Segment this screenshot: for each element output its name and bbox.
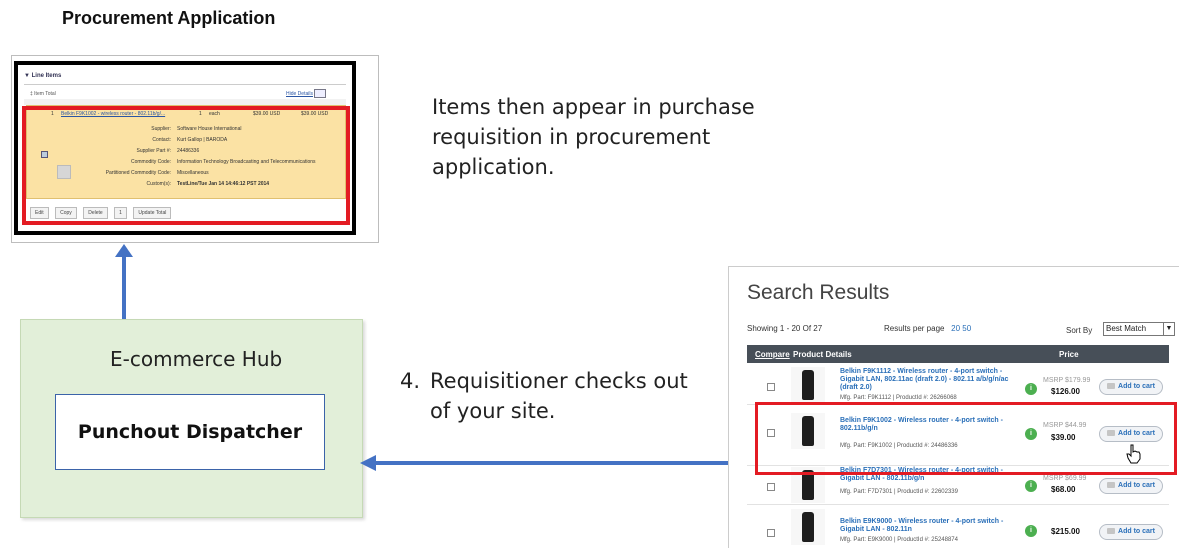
items-appear-caption: Items then appear in purchase requisitio… — [432, 95, 755, 179]
compare-checkbox[interactable] — [767, 383, 775, 391]
result-row: Belkin F9K1112 - Wireless router - 4-por… — [747, 364, 1169, 405]
cart-icon — [1107, 383, 1116, 390]
router-image[interactable] — [791, 509, 825, 545]
item-total-label: ‡ Item Total — [30, 91, 56, 97]
add-to-cart-button[interactable]: Add to cart — [1099, 379, 1163, 395]
checkout-caption: 4. Requisitioner checks out of your site. — [400, 366, 730, 426]
results-per-page: Results per page 20 50 — [884, 324, 971, 333]
divider — [24, 84, 346, 85]
punchout-dispatcher-label: Punchout Dispatcher — [77, 421, 303, 443]
add-to-cart-label: Add to cart — [1118, 383, 1155, 390]
cart-icon — [1107, 528, 1116, 535]
product-price: $126.00 — [1051, 387, 1080, 396]
line-item-highlight — [22, 106, 350, 225]
info-icon[interactable]: i — [1025, 525, 1037, 537]
product-part-info: Mfg. Part: E9K9000 | ProductId #: 252488… — [840, 537, 958, 543]
checkout-caption-line1: Requisitioner checks out — [430, 369, 688, 393]
hand-cursor-icon — [1126, 444, 1141, 464]
add-to-cart-button[interactable]: Add to cart — [1099, 478, 1163, 494]
sort-by-label: Sort By — [1066, 326, 1093, 335]
product-part-info: Mfg. Part: F7D7301 | ProductId #: 226023… — [840, 489, 958, 495]
arrow-up-head — [115, 244, 133, 257]
add-to-cart-label: Add to cart — [1118, 528, 1155, 535]
compare-checkbox[interactable] — [767, 483, 775, 491]
cart-icon — [1107, 482, 1116, 489]
hide-details-link[interactable]: Hide Details — [286, 91, 313, 97]
router-image[interactable] — [791, 367, 825, 403]
product-name-link[interactable]: Belkin F9K1112 - Wireless router - 4-por… — [840, 368, 1020, 392]
arrow-left-icon — [360, 455, 732, 471]
results-per-page-label: Results per page — [884, 324, 945, 333]
compare-column-link[interactable]: Compare — [755, 350, 790, 359]
sort-select-value: Best Match — [1106, 324, 1147, 333]
hand-cursor-shape — [1126, 444, 1141, 464]
line-items-header[interactable]: ▼ Line Items — [24, 73, 61, 79]
product-part-info: Mfg. Part: F9K1112 | ProductId #: 262660… — [840, 395, 957, 401]
results-table-header: Compare Product Details Price — [747, 345, 1169, 363]
arrow-left-head — [360, 455, 376, 471]
msrp-price: MSRP $179.99 — [1043, 377, 1091, 384]
add-to-cart-button[interactable]: Add to cart — [1099, 524, 1163, 540]
compare-checkbox[interactable] — [767, 529, 775, 537]
punchout-dispatcher-box: Punchout Dispatcher — [55, 394, 325, 470]
per-page-options[interactable]: 20 50 — [951, 324, 971, 333]
product-price: $215.00 — [1051, 527, 1080, 536]
msrp-price: MSRP $69.99 — [1043, 475, 1087, 482]
ecommerce-hub-title: E-commerce Hub — [110, 347, 283, 371]
search-results-title: Search Results — [747, 281, 890, 304]
results-count: Showing 1 - 20 Of 27 — [747, 324, 823, 333]
sort-select[interactable]: Best Match ▼ — [1103, 322, 1175, 336]
arrow-left-shaft — [375, 461, 732, 465]
arrow-up-shaft — [122, 256, 126, 320]
search-results-screenshot: Search Results Showing 1 - 20 Of 27 Resu… — [728, 266, 1179, 548]
info-icon[interactable]: i — [1025, 383, 1037, 395]
product-price: $68.00 — [1051, 485, 1076, 494]
arrow-up-icon — [115, 244, 133, 320]
selected-product-highlight — [755, 402, 1177, 475]
checkout-caption-line2: of your site. — [430, 399, 556, 423]
step-number: 4. — [400, 369, 421, 393]
chevron-down-icon[interactable]: ▼ — [1163, 323, 1174, 335]
product-details-header: Product Details — [793, 350, 852, 359]
add-to-cart-label: Add to cart — [1118, 482, 1155, 489]
details-toggle-icon[interactable] — [314, 89, 326, 98]
product-name-link[interactable]: Belkin E9K9000 - Wireless router - 4-por… — [840, 518, 1020, 534]
info-icon[interactable]: i — [1025, 480, 1037, 492]
price-header: Price — [1059, 350, 1079, 359]
procurement-application-title: Procurement Application — [62, 8, 276, 28]
result-row: Belkin E9K9000 - Wireless router - 4-por… — [747, 505, 1169, 548]
